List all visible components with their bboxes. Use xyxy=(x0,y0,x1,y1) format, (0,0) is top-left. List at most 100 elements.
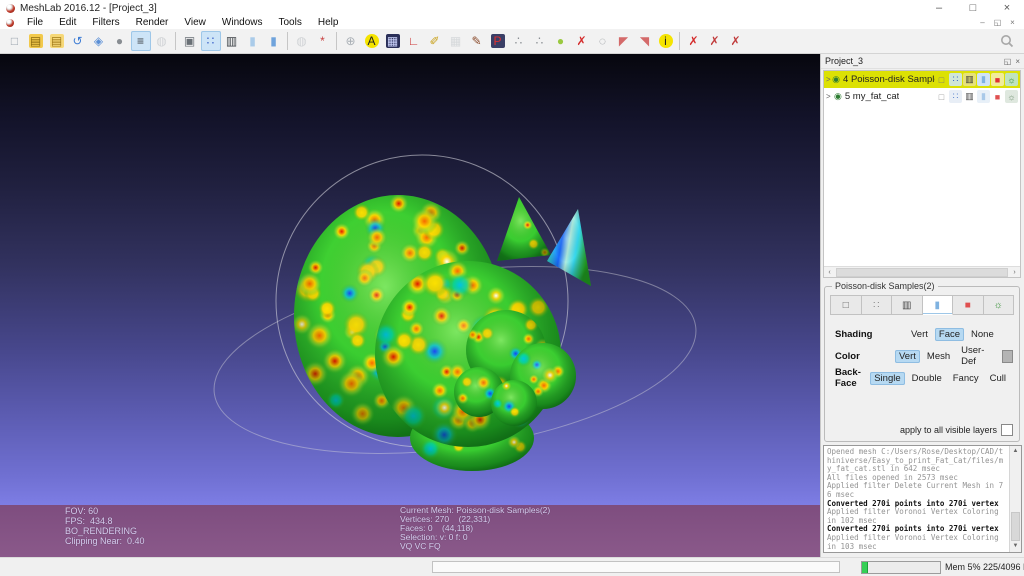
search-icon[interactable] xyxy=(999,33,1015,49)
bbox-mini-icon[interactable]: □ xyxy=(935,73,948,86)
menu-tools[interactable]: Tools xyxy=(270,16,309,29)
hscroll-left-arrow-icon[interactable]: ‹ xyxy=(824,269,835,276)
vscroll-thumb[interactable] xyxy=(1011,512,1020,542)
dock-close-icon[interactable]: × xyxy=(1015,57,1020,66)
tab-points[interactable]: ∷ xyxy=(862,295,893,315)
layer-row[interactable]: >◉5 my_fat_cat□∷▥▮■☼ xyxy=(824,88,1020,105)
info-icon[interactable]: i xyxy=(656,31,676,51)
tab-wireframe[interactable]: ▥ xyxy=(892,295,923,315)
colorize-icon[interactable]: ● xyxy=(551,31,571,51)
user-def-color-swatch[interactable] xyxy=(1002,350,1013,363)
back-face-cull-button[interactable]: Cull xyxy=(986,372,1010,385)
hscroll-thumb[interactable] xyxy=(836,268,1008,277)
solid-mini-icon[interactable]: ▮ xyxy=(977,73,990,86)
reload-icon[interactable]: ↺ xyxy=(68,31,88,51)
light-horn-icon[interactable]: ✐ xyxy=(425,31,445,51)
back-face-double-button[interactable]: Double xyxy=(908,372,946,385)
select-faces-rect-icon[interactable]: ◥ xyxy=(635,31,655,51)
hscroll-right-arrow-icon[interactable]: › xyxy=(1009,269,1020,276)
draw-bbox-icon[interactable]: ▣ xyxy=(180,31,200,51)
tab-color[interactable]: ■ xyxy=(953,295,984,315)
visibility-eye-icon[interactable]: ◉ xyxy=(832,74,840,85)
draw-points-icon[interactable]: ∷ xyxy=(201,31,221,51)
meshlab-pp-icon[interactable]: P xyxy=(488,31,508,51)
log-line: Opened mesh C:/Users/Rose/Desktop/CAD/th… xyxy=(827,448,1007,474)
mdi-restore-button[interactable]: ◱ xyxy=(990,17,1005,29)
axis-star-icon[interactable]: * xyxy=(313,31,333,51)
select-faces-icon[interactable]: ◤ xyxy=(614,31,634,51)
color-mini-icon[interactable]: ■ xyxy=(991,90,1004,103)
camera-icon[interactable]: ▦ xyxy=(446,31,466,51)
menu-render[interactable]: Render xyxy=(128,16,177,29)
minimize-button[interactable]: – xyxy=(922,0,956,16)
menu-view[interactable]: View xyxy=(176,16,214,29)
snapshot-icon[interactable]: ● xyxy=(110,31,130,51)
web-icon[interactable]: ◍ xyxy=(152,31,172,51)
tab-light[interactable]: ☼ xyxy=(984,295,1015,315)
tab-light-icon: ☼ xyxy=(994,300,1003,311)
back-face-fancy-button[interactable]: Fancy xyxy=(949,372,983,385)
menu-filters[interactable]: Filters xyxy=(84,16,127,29)
layer-tree-hscrollbar[interactable]: ‹ › xyxy=(824,266,1020,277)
draw-wireframe-icon[interactable]: ▥ xyxy=(222,31,242,51)
menu-edit[interactable]: Edit xyxy=(51,16,84,29)
expand-arrow-icon[interactable]: > xyxy=(826,92,834,101)
apply-all-layers-checkbox[interactable] xyxy=(1001,424,1013,436)
light-mini-icon[interactable]: ☼ xyxy=(1005,73,1018,86)
delete-current-mesh-icon[interactable]: ✗ xyxy=(684,31,704,51)
dock-float-icon[interactable]: ◱ xyxy=(1004,57,1012,66)
delete-all-icon[interactable]: ✗ xyxy=(726,31,746,51)
solid-mini-icon[interactable]: ▮ xyxy=(977,90,990,103)
open-project-icon[interactable]: ▤ xyxy=(26,31,46,51)
export-mesh-icon[interactable]: ◈ xyxy=(89,31,109,51)
mdi-minimize-button[interactable]: – xyxy=(975,17,990,29)
bbox-mini-icon[interactable]: □ xyxy=(935,90,948,103)
draw-smooth-icon[interactable]: ▮ xyxy=(264,31,284,51)
wire-mini-icon[interactable]: ▥ xyxy=(963,73,976,86)
fat-cat-mesh-render[interactable] xyxy=(0,54,820,557)
import-mesh-icon[interactable]: ▤ xyxy=(47,31,67,51)
paint-icon[interactable]: ✎ xyxy=(467,31,487,51)
shading-vert-button[interactable]: Vert xyxy=(907,328,932,341)
new-document-icon[interactable]: □ xyxy=(5,31,25,51)
shading-face-button[interactable]: Face xyxy=(935,328,964,341)
tab-bbox[interactable]: □ xyxy=(830,295,862,315)
points-mini-icon[interactable]: ∷ xyxy=(949,90,962,103)
color-mini-icon[interactable]: ■ xyxy=(991,73,1004,86)
tab-bbox-icon: □ xyxy=(843,300,849,311)
mdi-close-button[interactable]: × xyxy=(1005,17,1020,29)
show-axes-icon[interactable]: ∟ xyxy=(404,31,424,51)
point-measure-icon[interactable]: ∴ xyxy=(530,31,550,51)
trackball-icon[interactable]: ⊕ xyxy=(341,31,361,51)
close-button[interactable]: × xyxy=(990,0,1024,16)
wire-mini-icon[interactable]: ▥ xyxy=(963,90,976,103)
menu-file[interactable]: File xyxy=(19,16,51,29)
color-vert-button[interactable]: Vert xyxy=(895,350,920,363)
texture-icon[interactable]: ◍ xyxy=(292,31,312,51)
back-face-single-button[interactable]: Single xyxy=(870,372,904,385)
3d-viewport[interactable]: FOV: 60FPS: 434.8BO_RENDERINGClipping Ne… xyxy=(0,54,820,557)
delete-points-icon[interactable]: ✗ xyxy=(572,31,592,51)
vscroll-up-arrow-icon[interactable]: ▲ xyxy=(1010,447,1021,456)
layer-tree: >◉4 Poisson-disk Samples(2) *□∷▥▮■☼>◉5 m… xyxy=(823,70,1021,278)
color-user-def-button[interactable]: User-Def xyxy=(957,344,997,368)
light-mini-icon[interactable]: ☼ xyxy=(1005,90,1018,103)
point-picking-icon[interactable]: ∴ xyxy=(509,31,529,51)
select-vertices-icon[interactable]: ◌ xyxy=(593,31,613,51)
maximize-button[interactable]: □ xyxy=(956,0,990,16)
shading-none-button[interactable]: None xyxy=(967,328,998,341)
visibility-eye-icon[interactable]: ◉ xyxy=(834,91,842,102)
delete-raster-icon[interactable]: ✗ xyxy=(705,31,725,51)
vscroll-down-arrow-icon[interactable]: ▼ xyxy=(1010,542,1021,551)
show-layer-dialog-icon[interactable]: ≡ xyxy=(131,31,151,51)
color-mesh-button[interactable]: Mesh xyxy=(923,350,954,363)
draw-flat-icon[interactable]: ▮ xyxy=(243,31,263,51)
text-overlay-icon[interactable]: A xyxy=(362,31,382,51)
tab-solid[interactable]: ▮ xyxy=(923,295,954,315)
points-mini-icon[interactable]: ∷ xyxy=(949,73,962,86)
background-image-icon[interactable]: ▦ xyxy=(383,31,403,51)
log-vscrollbar[interactable]: ▲ ▼ xyxy=(1009,446,1021,552)
menu-windows[interactable]: Windows xyxy=(214,16,271,29)
menu-help[interactable]: Help xyxy=(310,16,347,29)
layer-row[interactable]: >◉4 Poisson-disk Samples(2) *□∷▥▮■☼ xyxy=(824,71,1020,88)
